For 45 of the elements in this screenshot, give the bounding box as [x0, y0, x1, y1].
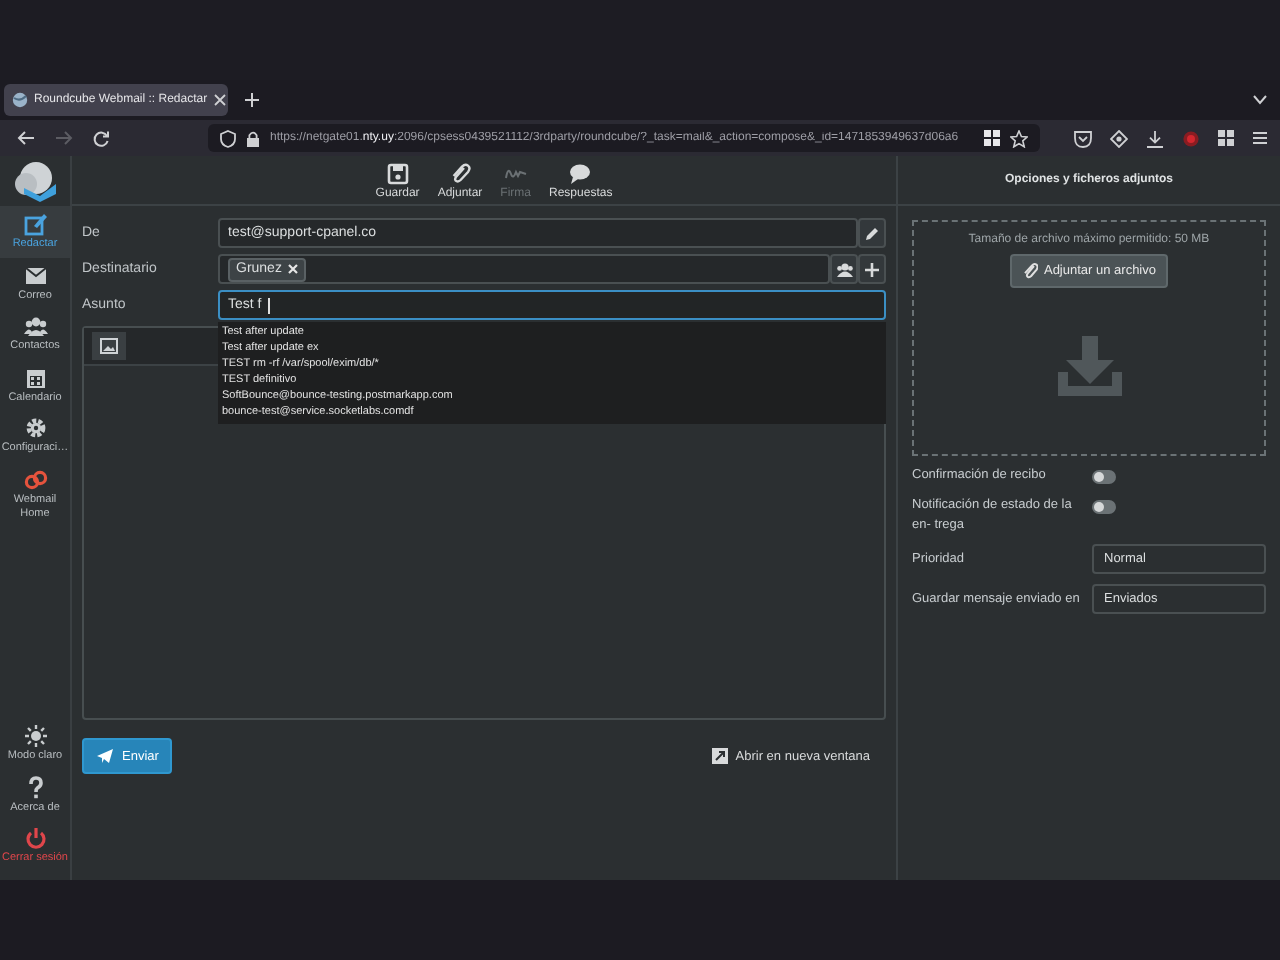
- paperclip-icon: [447, 161, 472, 185]
- people-icon: [23, 314, 47, 339]
- grid-icon[interactable]: [1218, 130, 1234, 146]
- pocket-icon[interactable]: [1074, 129, 1092, 147]
- download-icon[interactable]: [1146, 129, 1164, 147]
- close-icon[interactable]: [287, 264, 298, 274]
- calendar-icon: [23, 365, 47, 390]
- paper-plane-icon: [96, 748, 114, 764]
- diamond-icon[interactable]: [1110, 129, 1128, 147]
- power-icon: [23, 826, 47, 851]
- lock-icon: [246, 129, 260, 147]
- chevron-down-icon[interactable]: [1252, 94, 1268, 106]
- cloud-logo-icon[interactable]: [11, 159, 59, 203]
- people-icon: [835, 261, 853, 277]
- add-button[interactable]: [858, 254, 886, 284]
- external-window-icon[interactable]: [711, 748, 728, 764]
- sun-icon: [23, 724, 47, 749]
- star-icon[interactable]: [1010, 129, 1028, 147]
- compose-icon: [23, 212, 47, 236]
- grid-icon[interactable]: [984, 130, 1000, 146]
- shield-icon: [220, 129, 236, 147]
- pencil-icon: [864, 225, 880, 241]
- menu-icon[interactable]: [1252, 130, 1268, 146]
- speech-bubble-icon: [568, 161, 593, 185]
- insert-image-button[interactable]: [92, 332, 126, 360]
- image-icon: [100, 338, 118, 354]
- forward-arrow-icon: [54, 130, 74, 146]
- paperclip-icon: [1021, 262, 1038, 280]
- download-icon: [1053, 332, 1125, 400]
- contacts-button[interactable]: [830, 254, 858, 284]
- reload-icon[interactable]: [92, 129, 110, 147]
- back-arrow-icon[interactable]: [16, 130, 36, 146]
- edit-button[interactable]: [858, 218, 886, 248]
- gear-icon: [23, 416, 47, 441]
- envelope-icon: [23, 263, 47, 288]
- toggle-switch[interactable]: [1092, 499, 1116, 514]
- extension-dot-icon[interactable]: [1182, 129, 1200, 147]
- plus-icon: [864, 261, 880, 277]
- globe-icon: [12, 92, 28, 108]
- toggle-switch[interactable]: [1092, 470, 1116, 484]
- new-tab-icon[interactable]: [244, 92, 260, 108]
- linked-rings-icon: [23, 467, 47, 492]
- question-icon: [23, 775, 47, 800]
- floppy-icon: [385, 161, 410, 185]
- close-icon[interactable]: [213, 94, 226, 106]
